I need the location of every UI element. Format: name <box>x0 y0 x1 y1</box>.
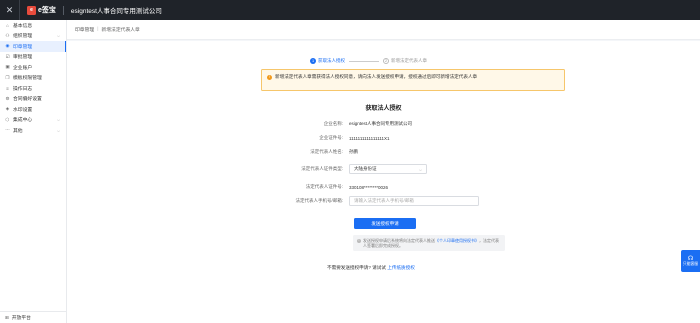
steps: 1 获取法人授权 2 新增法定代表人章 <box>310 58 427 64</box>
sidebar-item-3[interactable]: ☑ 审批管理 <box>0 52 66 63</box>
field-label: 法定代表人证件类型: <box>301 166 343 171</box>
field-company-id: 企业证件号: 1111111111111111X1 <box>249 135 390 141</box>
integration-icon: ⬡ <box>5 116 10 122</box>
seal-icon: ◉ <box>5 43 10 49</box>
info-icon: i <box>357 237 361 243</box>
sidebar-item-label: 企业账户 <box>13 65 33 71</box>
divider <box>62 5 64 15</box>
logo-text: e签宝 <box>38 7 56 14</box>
send-authorization-button[interactable]: 发送授权申请 <box>354 218 416 229</box>
breadcrumb-current: 新增法定代表人章 <box>101 28 140 33</box>
field-value: 孙鹏 <box>349 149 358 154</box>
field-value: esigntest人事合同专用测试公司 <box>349 121 413 126</box>
sidebar-item-label: 操作日志 <box>13 86 33 92</box>
home-icon: ⌂ <box>6 22 9 28</box>
step-number: 1 <box>310 58 316 64</box>
sidebar-item-label: 合同偏好设置 <box>13 97 42 103</box>
tip-box: i 发送授权申请后系统将向法定代表人推送《个人印章使用授权书》，法定代表人签署后… <box>353 235 505 251</box>
step-label: 新增法定代表人章 <box>391 58 427 63</box>
sidebar-item-label: 基本信息 <box>13 23 33 29</box>
sidebar-item-10[interactable]: ⋯ 其他 ⌵ <box>0 125 66 136</box>
sidebar-item-label: 模板权限管理 <box>13 76 42 82</box>
sidebar-item-7[interactable]: ⚙ 合同偏好设置 <box>0 94 66 105</box>
template-icon: ❐ <box>5 74 10 80</box>
top-bar: ✕ e e签宝 esigntest人事合同专用测试公司 <box>0 0 700 20</box>
account-icon: ▣ <box>5 64 10 70</box>
sidebar-item-2[interactable]: ◉ 印章管理 <box>0 41 66 52</box>
more-icon: ⋯ <box>5 127 10 133</box>
warning-icon: ! <box>267 74 272 80</box>
sidebar-item-label: 审批管理 <box>13 55 33 61</box>
sidebar-footer-open-platform[interactable]: ⊞ 开放平台 <box>0 311 67 323</box>
org-icon: ⚇ <box>5 32 10 38</box>
field-label: 企业名称: <box>323 121 343 126</box>
chevron-down-icon: ⌵ <box>56 117 60 123</box>
breadcrumb-separator: | <box>97 27 99 32</box>
field-value: 330108********0026 <box>349 184 389 190</box>
breadcrumb-parent[interactable]: 印章管理 <box>75 26 94 33</box>
field-value: 1111111111111111X1 <box>349 135 390 141</box>
step-label: 获取法人授权 <box>318 58 345 63</box>
field-legal-rep-id: 法定代表人证件号: 330108********0026 <box>249 184 388 190</box>
field-label: 法定代表人姓名: <box>310 149 343 154</box>
breadcrumb: 印章管理 | 新增法定代表人章 <box>67 20 700 40</box>
customer-service-label: 只能客服 <box>682 261 699 266</box>
field-id-type: 法定代表人证件类型: 大陆身份证 ⌵ <box>249 164 427 174</box>
alternative-prompt: 不需要发送授权申请? 请试试 上传纸质授权 <box>327 265 415 271</box>
chevron-down-icon: ⌵ <box>56 127 60 133</box>
field-company-name: 企业名称: esigntest人事合同专用测试公司 <box>249 121 412 127</box>
org-name: esigntest人事合同专用测试公司 <box>70 8 162 15</box>
upload-paper-authorization-link[interactable]: 上传纸质授权 <box>387 265 415 270</box>
field-label: 企业证件号: <box>319 135 343 140</box>
field-label: 法定代表人证件号: <box>305 184 343 189</box>
sidebar-item-label: 集成中心 <box>13 118 33 124</box>
sidebar-item-label: 印章管理 <box>13 44 33 50</box>
sidebar-item-5[interactable]: ❐ 模板权限管理 <box>0 73 66 84</box>
alternative-question: 不需要发送授权申请? 请试试 <box>327 265 386 270</box>
customer-service-button[interactable]: ☊ 只能客服 <box>681 250 700 272</box>
step-number: 2 <box>383 58 389 64</box>
notice-banner: ! 新增法定代表人章需获得法人授权同意，请向法人发送授权申请，授权通过后即可新增… <box>261 69 565 91</box>
sidebar: ⌂ 基本信息 ⚇ 组织管理 ⌵ ◉ 印章管理 ☑ 审批管理 ▣ 企业账户 ❐ 模板权限管理 ≡ 操作日志 ⚙ 合… <box>0 20 67 323</box>
field-label: 法定代表人手机号/邮箱: <box>295 198 344 203</box>
logo-mark: e <box>27 5 36 15</box>
settings-icon: ⚙ <box>5 95 10 101</box>
sidebar-item-label: 其他 <box>13 128 23 134</box>
select-value: 大陆身份证 <box>354 166 377 171</box>
authorization-letter-link[interactable]: 《个人印章使用授权书》 <box>435 238 479 243</box>
close-icon[interactable]: ✕ <box>0 0 20 20</box>
sidebar-footer-label: 开放平台 <box>11 316 31 321</box>
sidebar-item-1[interactable]: ⚇ 组织管理 ⌵ <box>0 31 66 42</box>
step-2: 2 新增法定代表人章 <box>383 58 427 64</box>
tip-text: 发送授权申请后系统将向法定代表人推送《个人印章使用授权书》，法定代表人签署后即完… <box>363 238 501 248</box>
sidebar-nav: ⌂ 基本信息 ⚇ 组织管理 ⌵ ◉ 印章管理 ☑ 审批管理 ▣ 企业账户 ❐ 模板权限管理 ≡ 操作日志 ⚙ 合… <box>0 20 66 136</box>
step-1: 1 获取法人授权 <box>310 58 345 64</box>
sidebar-item-0[interactable]: ⌂ 基本信息 <box>0 20 66 31</box>
notice-text: 新增法定代表人章需获得法人授权同意，请向法人发送授权申请，授权通过后即可新增法定… <box>275 74 478 79</box>
main-content: 1 获取法人授权 2 新增法定代表人章 ! 新增法定代表人章需获得法人授权同意，… <box>67 41 700 323</box>
sidebar-item-6[interactable]: ≡ 操作日志 <box>0 83 66 94</box>
chevron-down-icon: ⌵ <box>56 33 60 39</box>
field-legal-rep-name: 法定代表人姓名: 孙鹏 <box>249 149 358 155</box>
contact-input[interactable]: 请输入法定代表人手机号/邮箱 <box>349 196 479 206</box>
sidebar-item-label: 水印设置 <box>13 107 33 113</box>
watermark-icon: ◈ <box>5 106 10 112</box>
sidebar-item-8[interactable]: ◈ 水印设置 <box>0 104 66 115</box>
id-type-select[interactable]: 大陆身份证 ⌵ <box>349 164 427 174</box>
sidebar-item-4[interactable]: ▣ 企业账户 <box>0 62 66 73</box>
log-icon: ≡ <box>6 85 9 91</box>
step-connector <box>349 60 379 62</box>
open-platform-icon: ⊞ <box>5 314 9 320</box>
field-contact: 法定代表人手机号/邮箱: 请输入法定代表人手机号/邮箱 <box>249 196 479 206</box>
approval-icon: ☑ <box>5 53 10 59</box>
chevron-down-icon: ⌵ <box>418 166 422 172</box>
sidebar-item-9[interactable]: ⬡ 集成中心 ⌵ <box>0 115 66 126</box>
form-title: 获取法人授权 <box>365 106 402 112</box>
logo: e e签宝 <box>27 5 56 15</box>
sidebar-item-label: 组织管理 <box>13 34 33 40</box>
